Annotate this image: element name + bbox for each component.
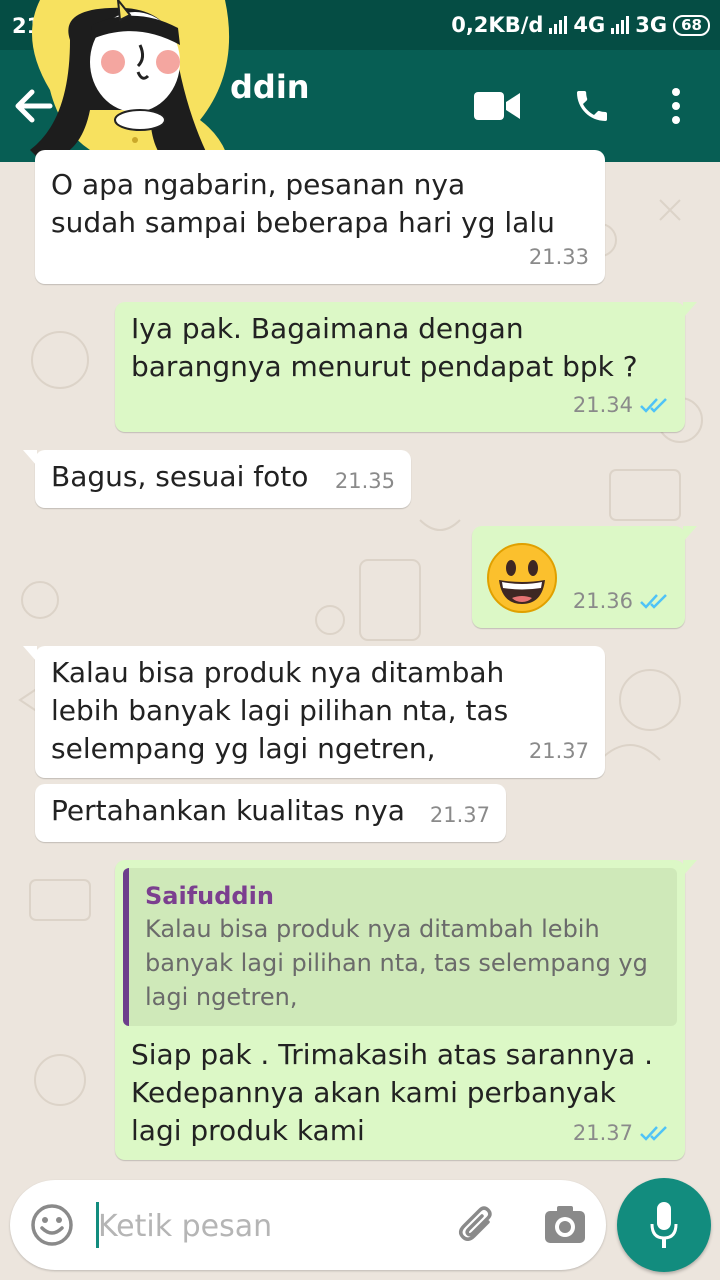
camera-icon[interactable] <box>544 1205 586 1245</box>
read-ticks-icon <box>640 594 667 609</box>
message-incoming[interactable]: Kalau bisa produk nya ditambah lebih ban… <box>23 646 605 778</box>
message-text: Bagus, sesuai foto <box>51 460 309 493</box>
message-time: 21.35 <box>334 469 395 493</box>
more-vert-icon[interactable] <box>668 86 684 126</box>
message-input[interactable] <box>96 1202 420 1250</box>
network-type-2: 3G <box>635 13 668 37</box>
message-outgoing[interactable]: 21.36 <box>472 526 697 628</box>
bubble-tail <box>683 526 697 542</box>
message-text: O apa ngabarin, pesanan nya sudah sampai… <box>51 168 555 239</box>
message-time: 21.37 <box>429 803 490 827</box>
message-time: 21.33 <box>528 245 589 269</box>
read-ticks-icon <box>640 398 667 413</box>
message-time: 21.37 <box>572 1121 633 1145</box>
message-text: Kalau bisa produk nya ditambah lebih ban… <box>51 656 509 765</box>
network-speed: 0,2KB/d <box>451 13 544 37</box>
bubble-tail <box>683 302 697 318</box>
message-incoming[interactable]: O apa ngabarin, pesanan nya sudah sampai… <box>35 150 605 284</box>
message-text: Pertahankan kualitas nya <box>51 794 405 827</box>
voice-record-button[interactable] <box>617 1178 711 1272</box>
signal-icon-2 <box>611 16 630 34</box>
read-ticks-icon <box>640 1126 667 1141</box>
video-call-icon[interactable] <box>474 90 520 122</box>
message-time: 21.34 <box>572 393 633 417</box>
battery-indicator: 68 <box>673 14 710 36</box>
message-incoming[interactable]: Pertahankan kualitas nya 21.37 <box>35 784 506 842</box>
emoji-icon[interactable] <box>30 1203 74 1247</box>
message-incoming[interactable]: Bagus, sesuai foto 21.35 <box>23 450 411 508</box>
phone-icon[interactable] <box>572 86 612 126</box>
quoted-text: Kalau bisa produk nya ditambah lebih ban… <box>145 915 648 1011</box>
network-type-1: 4G <box>573 13 606 37</box>
quoted-message[interactable]: Saifuddin Kalau bisa produk nya ditambah… <box>123 868 677 1026</box>
signal-icon <box>549 16 568 34</box>
grinning-face-emoji <box>487 543 557 613</box>
message-outgoing-reply[interactable]: Saifuddin Kalau bisa produk nya ditambah… <box>115 860 697 1160</box>
mic-icon <box>650 1202 678 1248</box>
quoted-author: Saifuddin <box>145 882 274 910</box>
attach-icon[interactable] <box>454 1202 500 1248</box>
message-text: Iya pak. Bagaimana dengan barangnya menu… <box>131 312 638 383</box>
message-time: 21.36 <box>572 589 633 613</box>
message-outgoing[interactable]: Iya pak. Bagaimana dengan barangnya menu… <box>115 302 697 432</box>
message-composer <box>10 1180 606 1270</box>
bubble-tail <box>23 646 37 662</box>
bubble-tail <box>23 450 37 466</box>
bubble-tail <box>683 860 697 876</box>
message-time: 21.37 <box>528 739 589 763</box>
